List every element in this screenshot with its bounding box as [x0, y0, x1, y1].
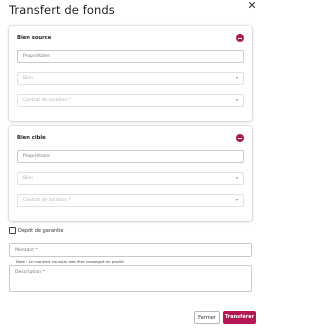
- target-lease-select[interactable]: Contrat de location *: [17, 194, 244, 207]
- source-property-placeholder: Bien: [23, 76, 34, 82]
- collapse-target-button[interactable]: [236, 134, 244, 142]
- close-icon[interactable]: ✕: [247, 0, 257, 11]
- amount-input[interactable]: Montant *: [9, 243, 252, 257]
- deposit-checkbox-label: Dépôt de garantie: [18, 228, 64, 234]
- source-owner-input[interactable]: Propriétaire: [17, 50, 244, 63]
- source-owner-placeholder: Propriétaire: [23, 54, 50, 60]
- target-owner-input[interactable]: Propriétaire: [17, 150, 244, 163]
- source-card: Bien source Propriétaire Bien Contrat de…: [9, 26, 252, 121]
- chevron-down-icon: [236, 198, 238, 201]
- close-button[interactable]: Fermer: [194, 311, 220, 324]
- target-property-select[interactable]: Bien: [17, 172, 244, 185]
- dialog-title: Transfert de fonds: [9, 3, 115, 17]
- chevron-down-icon: [236, 98, 238, 101]
- source-lease-select[interactable]: Contrat de location *: [17, 94, 244, 107]
- deposit-checkbox[interactable]: [9, 227, 16, 234]
- amount-placeholder: Montant *: [15, 248, 38, 253]
- transfer-button[interactable]: Transférer: [223, 311, 256, 324]
- target-lease-placeholder: Contrat de location *: [23, 198, 71, 204]
- target-property-placeholder: Bien: [23, 176, 34, 182]
- source-lease-placeholder: Contrat de location *: [23, 98, 71, 104]
- target-card: Bien cible Propriétaire Bien Contrat de …: [9, 126, 252, 221]
- amount-note: Note : Le montant voulu(e) doit être ren…: [16, 259, 125, 264]
- chevron-down-icon: [236, 176, 238, 179]
- description-placeholder: Description *: [15, 270, 45, 275]
- source-card-title: Bien source: [17, 35, 52, 41]
- target-owner-placeholder: Propriétaire: [23, 154, 50, 160]
- source-property-select[interactable]: Bien: [17, 72, 244, 85]
- description-textarea[interactable]: Description *: [9, 265, 252, 292]
- target-card-title: Bien cible: [17, 135, 46, 141]
- collapse-source-button[interactable]: [236, 34, 244, 42]
- chevron-down-icon: [236, 76, 238, 79]
